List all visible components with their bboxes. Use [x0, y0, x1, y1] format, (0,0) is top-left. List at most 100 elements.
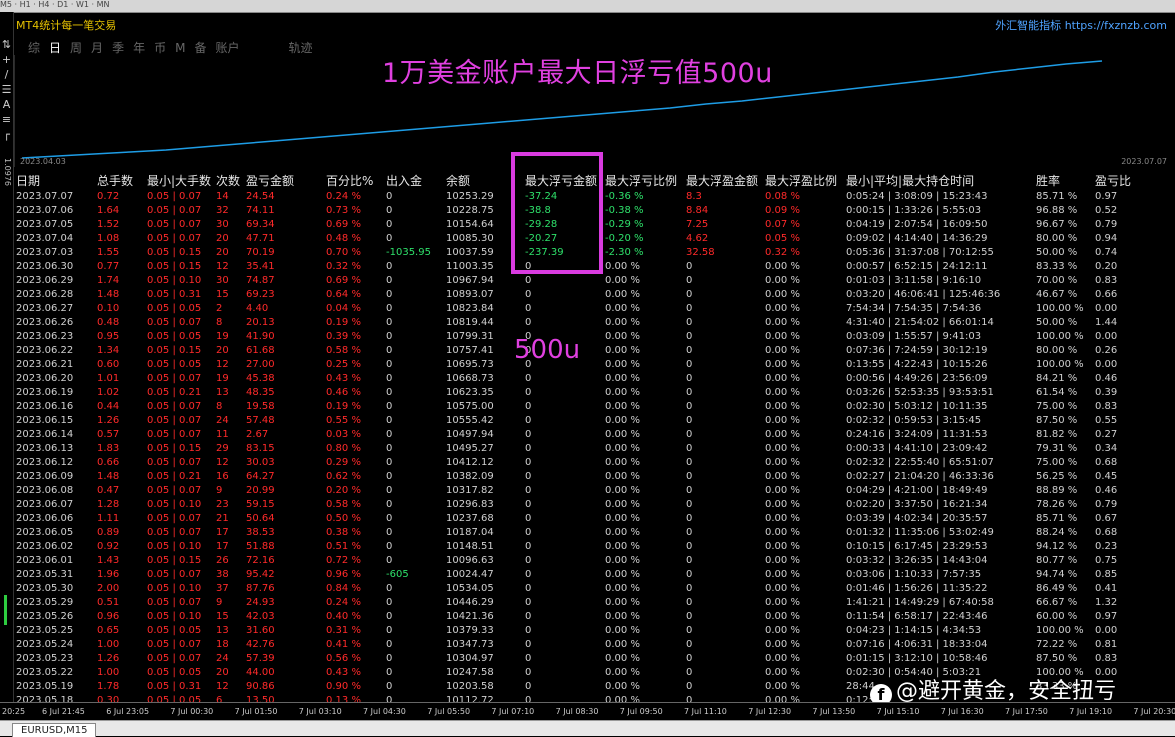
table-cell: 0 [386, 638, 393, 650]
table-cell: 83.33 % [1036, 260, 1078, 272]
table-cell: 0.00 % [605, 358, 640, 370]
drawing-tool-icon[interactable]: / [1, 68, 12, 81]
table-cell: 2023.07.06 [16, 204, 74, 216]
table-cell: 0.48 % [326, 232, 361, 244]
table-cell: 10412.12 [446, 456, 494, 468]
table-row: 2023.06.26 0.48 0.05 | 0.07 8 20.13 0.19 % 0 10… [16, 315, 1135, 329]
table-cell: 0:01:03 | 3:11:58 | 9:16:10 [846, 274, 982, 286]
time-tick-label: 7 Jul 00:30 [170, 707, 214, 716]
table-cell: 0 [525, 484, 532, 496]
tab-1[interactable]: 日 [49, 41, 61, 55]
table-cell: 0.00 % [605, 512, 640, 524]
drawing-tool-icon[interactable]: + [1, 53, 12, 66]
table-cell: 23 [216, 498, 229, 510]
table-cell: 0 [686, 344, 693, 356]
table-row: 2023.06.06 1.11 0.05 | 0.07 21 50.64 0.50 % 0 1… [16, 511, 1135, 525]
table-cell: 0 [386, 582, 393, 594]
table-cell: 0 [686, 400, 693, 412]
table-cell: 0:05:24 | 3:08:09 | 15:23:43 [846, 190, 988, 202]
table-cell: 0 [525, 470, 532, 482]
table-cell: 0:05:36 | 31:37:08 | 70:12:55 [846, 246, 994, 258]
time-tick-label: 7 Jul 09:50 [619, 707, 663, 716]
drawing-tool-icon[interactable]: ⇅ [1, 38, 12, 51]
table-cell: 10024.47 [446, 568, 494, 580]
table-cell: 0.85 [1095, 568, 1118, 580]
table-cell: 2023.05.18 [16, 694, 74, 703]
table-cell: 46.67 % [1036, 288, 1078, 300]
table-cell: 4.40 [246, 302, 269, 314]
table-cell: 0.05 | 0.07 [147, 638, 202, 650]
tab-6[interactable]: 币 [154, 41, 166, 55]
tab-4[interactable]: 季 [112, 41, 124, 55]
table-cell: 57.39 [246, 652, 275, 664]
table-cell: 0 [525, 498, 532, 510]
brand-link[interactable]: 外汇智能指标 https://fxznzb.com [995, 17, 1167, 33]
table-cell: 0 [386, 316, 393, 328]
table-cell: 0.51 [97, 596, 120, 608]
drawing-tool-icon[interactable]: ≡ [1, 113, 12, 126]
table-cell: 0.69 % [326, 274, 361, 286]
table-cell: 0.00 % [765, 596, 800, 608]
table-cell: 0.57 [97, 428, 120, 440]
table-cell: 0:00:56 | 4:49:26 | 23:56:09 [846, 372, 988, 384]
table-cell: 10421.36 [446, 610, 494, 622]
column-header: 总手数 [97, 174, 134, 188]
table-cell: 0.00 [1095, 302, 1118, 314]
tab-8[interactable]: 备 [194, 41, 206, 55]
time-axis: 20:25 6 Jul 21:45 6 Jul 23:05 7 Jul 00:30 7 … [0, 702, 1175, 721]
table-cell: 1.02 [97, 386, 120, 398]
table-cell: 0:13:55 | 4:22:43 | 10:15:26 [846, 358, 988, 370]
table-cell: 0 [525, 694, 532, 703]
drawing-tool-icon[interactable]: A [1, 98, 12, 111]
brand-url[interactable]: https://fxznzb.com [1065, 19, 1167, 32]
table-cell: 0 [386, 302, 393, 314]
table-cell: 2023.06.06 [16, 512, 74, 524]
tab-7[interactable]: M [175, 41, 185, 55]
column-header: 盈亏金额 [246, 174, 295, 188]
tab-9[interactable]: 账户 [215, 41, 239, 55]
table-cell: 0.00 % [765, 694, 800, 703]
table-cell: 72.16 [246, 554, 275, 566]
tab-10[interactable]: 轨迹 [289, 41, 313, 55]
table-cell: 11 [216, 428, 229, 440]
table-cell: 0 [686, 330, 693, 342]
table-cell: 0 [686, 414, 693, 426]
table-cell: 2023.05.29 [16, 596, 74, 608]
table-cell: 0.05 | 0.21 [147, 386, 202, 398]
table-cell: 80.00 % [1036, 232, 1078, 244]
drawing-tool-icon[interactable]: ☰ [1, 83, 12, 96]
table-cell: 15 [216, 288, 229, 300]
table-cell: 0 [686, 596, 693, 608]
table-cell: 0.05 | 0.05 [147, 330, 202, 342]
table-cell: -0.29 % [605, 218, 644, 230]
table-cell: 0 [525, 512, 532, 524]
table-cell: 0 [525, 414, 532, 426]
drawing-tool-icon[interactable]: ┌ [1, 128, 12, 141]
table-cell: 0.05 | 0.07 [147, 428, 202, 440]
table-cell: 14 [216, 190, 229, 202]
tab-3[interactable]: 月 [91, 41, 103, 55]
table-cell: 0.00 % [765, 274, 800, 286]
table-cell: 6 [216, 694, 223, 703]
table-cell: 0.00 [1095, 358, 1118, 370]
table-cell: 10497.94 [446, 428, 494, 440]
table-cell: 0.92 [97, 540, 120, 552]
table-row: 2023.06.02 0.92 0.05 | 0.10 17 51.88 0.51 % 0 1… [16, 539, 1135, 553]
tab-0[interactable]: 综 [28, 41, 40, 55]
y-scale-label: 1.0976 [3, 158, 12, 186]
table-cell: 0.58 % [326, 344, 361, 356]
table-cell: 37 [216, 582, 229, 594]
table-cell: 10534.05 [446, 582, 494, 594]
table-row: 2023.06.13 1.83 0.05 | 0.15 29 83.15 0.80 % 0 1… [16, 441, 1135, 455]
table-cell: 0.05 | 0.07 [147, 218, 202, 230]
table-cell: 0 [525, 680, 532, 692]
table-cell: 0 [686, 358, 693, 370]
tab-2[interactable]: 周 [70, 41, 82, 55]
table-cell: 0.00 % [605, 554, 640, 566]
table-cell: 0.05 | 0.07 [147, 596, 202, 608]
tab-5[interactable]: 年 [133, 41, 145, 55]
table-cell: 0 [686, 652, 693, 664]
table-cell: 0.83 [1095, 400, 1118, 412]
table-cell: 86.49 % [1036, 582, 1078, 594]
table-cell: 0.66 [97, 456, 120, 468]
